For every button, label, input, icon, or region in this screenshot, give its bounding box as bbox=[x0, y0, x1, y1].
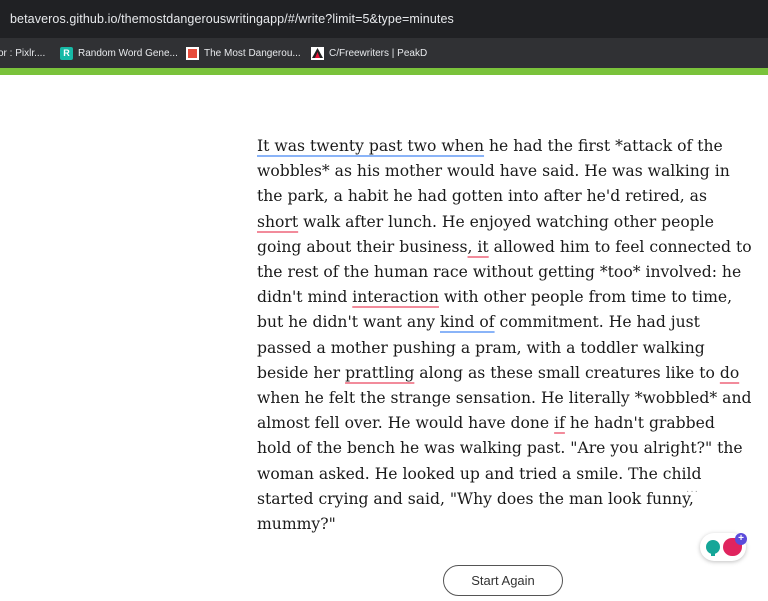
bookmark-label: C/Freewriters | PeakD bbox=[329, 47, 428, 59]
bookmark-random-word[interactable]: R Random Word Gene... bbox=[60, 45, 178, 61]
writing-area[interactable]: It was twenty past two when he had the f… bbox=[257, 134, 752, 537]
text-run: along as these small creatures like to bbox=[414, 363, 720, 382]
address-bar[interactable]: betaveros.github.io/themostdangerouswrit… bbox=[0, 0, 768, 38]
bookmark-freewriters[interactable]: C/Freewriters | PeakD bbox=[311, 45, 427, 61]
start-again-button[interactable]: Start Again bbox=[443, 565, 563, 596]
bookmark-most-dangerous[interactable]: The Most Dangerou... bbox=[186, 45, 301, 61]
peakd-icon bbox=[311, 46, 324, 60]
bookmark-label: Random Word Gene... bbox=[78, 47, 178, 59]
r-icon: R bbox=[60, 46, 73, 60]
red-square-icon bbox=[186, 46, 199, 60]
plus-icon: + bbox=[735, 533, 747, 545]
spelling-highlight[interactable]: prattling bbox=[345, 364, 414, 382]
grammar-highlight[interactable]: It was twenty past two when bbox=[257, 137, 484, 155]
bookmark-label: The Most Dangerou... bbox=[204, 47, 301, 59]
spelling-highlight[interactable]: , it bbox=[468, 238, 489, 256]
lightbulb-icon bbox=[706, 540, 720, 556]
bookmarks-bar: or : Pixlr.... R Random Word Gene... The… bbox=[0, 38, 768, 68]
bookmark-pixlr[interactable]: or : Pixlr.... bbox=[0, 45, 45, 61]
spelling-highlight[interactable]: short bbox=[257, 213, 298, 231]
url-text[interactable]: betaveros.github.io/themostdangerouswrit… bbox=[10, 12, 454, 26]
spelling-highlight[interactable]: if bbox=[554, 414, 565, 432]
time-progress-bar bbox=[0, 68, 768, 75]
writing-text: It was twenty past two when he had the f… bbox=[257, 134, 752, 537]
spelling-highlight[interactable]: do bbox=[720, 364, 739, 382]
bookmark-label: or : Pixlr.... bbox=[0, 47, 46, 59]
grammar-extension-icon[interactable]: + bbox=[700, 533, 747, 561]
grammar-highlight[interactable]: kind of bbox=[440, 313, 495, 331]
spelling-highlight[interactable]: interaction bbox=[352, 288, 439, 306]
more-dots-icon: ··· bbox=[686, 486, 699, 497]
